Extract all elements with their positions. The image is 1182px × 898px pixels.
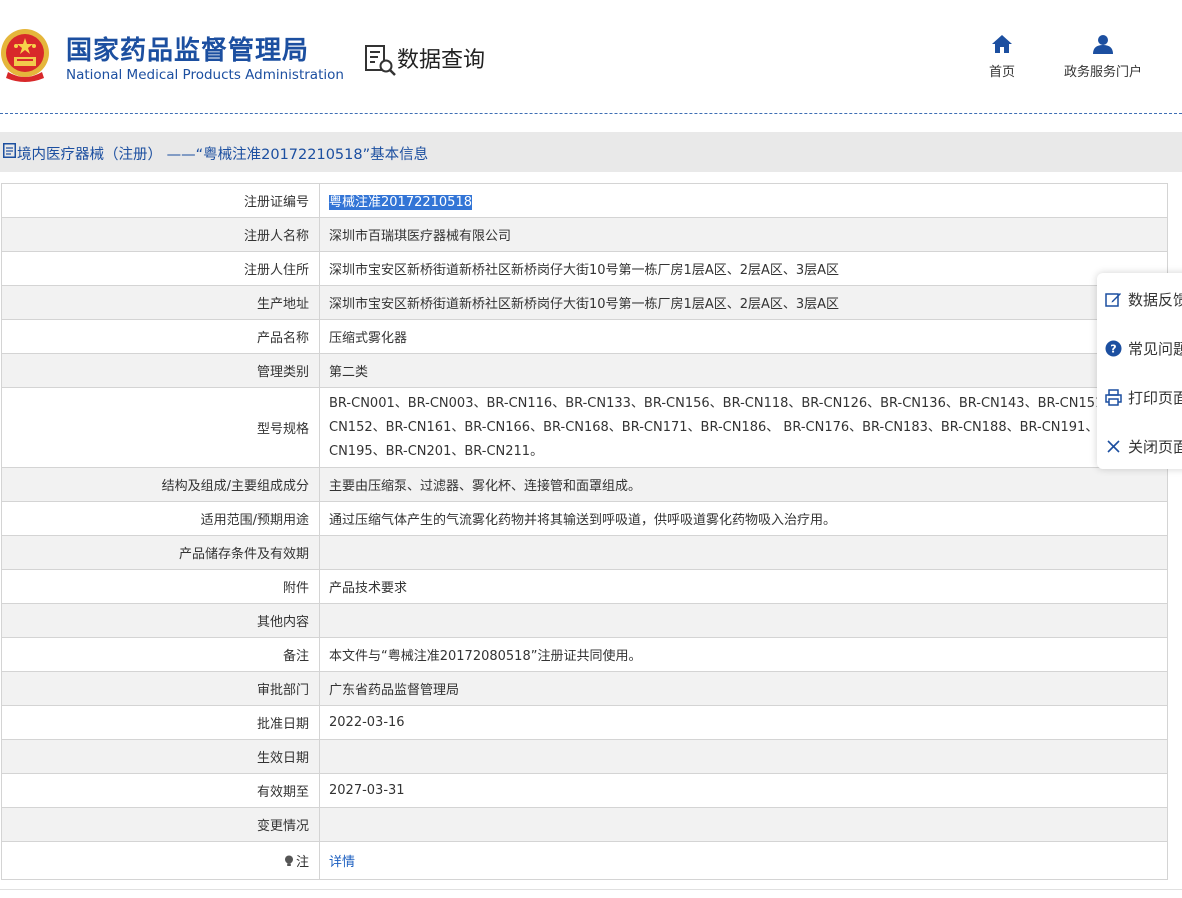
note-label: 注	[295, 855, 309, 870]
field-value: 主要由压缩泵、过滤器、雾化杯、连接管和面罩组成。	[319, 467, 1168, 502]
field-value: 第二类	[319, 353, 1168, 388]
section-title: 数据查询	[397, 48, 486, 73]
site-header: 国家药品监督管理局 National Medical Products Admi…	[0, 0, 1182, 113]
home-icon	[992, 35, 1012, 53]
svg-text:?: ?	[1110, 343, 1116, 356]
field-label: 有效期至	[1, 773, 320, 808]
bulb-icon	[284, 855, 293, 866]
registration-info-table: 注册证编号 粤械注准20172210518 注册人名称 深圳市百瑞琪医疗器械有限…	[1, 183, 1168, 880]
site-brand-title: 国家药品监督管理局	[66, 36, 310, 66]
field-label: 审批部门	[1, 671, 320, 706]
field-value	[319, 603, 1168, 638]
table-row: 适用范围/预期用途 通过压缩气体产生的气流雾化药物并将其输送到呼吸道，供呼吸道雾…	[1, 501, 1168, 536]
field-label: 结构及组成/主要组成成分	[1, 467, 320, 502]
table-row: 有效期至 2027-03-31	[1, 773, 1168, 808]
record-title-bar: 境内医疗器械（注册） ——“粤械注准20172210518”基本信息	[0, 132, 1182, 172]
details-link[interactable]: 详情	[329, 855, 355, 870]
field-label: 适用范围/预期用途	[1, 501, 320, 536]
field-label: 产品储存条件及有效期	[1, 535, 320, 570]
floating-toolbar: 数据反馈 ? 常见问题 打印页面 关闭页面	[1097, 273, 1182, 469]
data-query-icon	[365, 45, 396, 76]
table-row: 注册人住所 深圳市宝安区新桥街道新桥社区新桥岗仔大街10号第一栋厂房1层A区、2…	[1, 251, 1168, 286]
field-value	[319, 807, 1168, 842]
user-icon	[1093, 35, 1113, 54]
field-label: 产品名称	[1, 319, 320, 354]
nav-home-label: 首页	[988, 65, 1015, 80]
table-row: 注册人名称 深圳市百瑞琪医疗器械有限公司	[1, 217, 1168, 252]
print-label: 打印页面	[1128, 389, 1182, 407]
table-row: 注册证编号 粤械注准20172210518	[1, 183, 1168, 218]
page-bottom-divider	[0, 889, 1182, 890]
close-icon	[1107, 440, 1120, 453]
close-page-label: 关闭页面	[1128, 438, 1182, 456]
field-value: 2027-03-31	[319, 773, 1168, 808]
feedback-label: 数据反馈	[1128, 291, 1182, 309]
field-value	[319, 739, 1168, 774]
field-value: 粤械注准20172210518	[319, 183, 1168, 218]
document-icon	[3, 143, 16, 158]
field-value: 详情	[319, 841, 1168, 880]
field-value: BR-CN001、BR-CN003、BR-CN116、BR-CN133、BR-C…	[319, 387, 1168, 468]
field-label: 批准日期	[1, 705, 320, 740]
field-value	[319, 535, 1168, 570]
nav-gov-portal[interactable]: 政务服务门户	[1058, 34, 1148, 80]
site-brand-subtitle: National Medical Products Administration	[66, 67, 344, 83]
field-label: 管理类别	[1, 353, 320, 388]
field-label: 生效日期	[1, 739, 320, 774]
table-row: 管理类别 第二类	[1, 353, 1168, 388]
table-row: 生效日期	[1, 739, 1168, 774]
field-value: 通过压缩气体产生的气流雾化药物并将其输送到呼吸道，供呼吸道雾化药物吸入治疗用。	[319, 501, 1168, 536]
field-value: 深圳市百瑞琪医疗器械有限公司	[319, 217, 1168, 252]
header-divider	[0, 113, 1182, 114]
field-label: 其他内容	[1, 603, 320, 638]
table-row: 产品名称 压缩式雾化器	[1, 319, 1168, 354]
registration-number-value[interactable]: 粤械注准20172210518	[329, 195, 472, 210]
help-icon: ?	[1105, 340, 1122, 357]
table-row: 其他内容	[1, 603, 1168, 638]
field-value: 压缩式雾化器	[319, 319, 1168, 354]
table-row: 结构及组成/主要组成成分 主要由压缩泵、过滤器、雾化杯、连接管和面罩组成。	[1, 467, 1168, 502]
nav-home[interactable]: 首页	[984, 34, 1020, 80]
field-label: 注册人住所	[1, 251, 320, 286]
field-value: 2022-03-16	[319, 705, 1168, 740]
table-row: 生产地址 深圳市宝安区新桥街道新桥社区新桥岗仔大街10号第一栋厂房1层A区、2层…	[1, 285, 1168, 320]
field-label: 型号规格	[1, 387, 320, 468]
table-row: 产品储存条件及有效期	[1, 535, 1168, 570]
faq-label: 常见问题	[1128, 340, 1182, 358]
field-label: 附件	[1, 569, 320, 604]
field-value: 产品技术要求	[319, 569, 1168, 604]
field-label: 注册证编号	[1, 183, 320, 218]
table-row: 审批部门 广东省药品监督管理局	[1, 671, 1168, 706]
table-row: 附件 产品技术要求	[1, 569, 1168, 604]
field-value: 广东省药品监督管理局	[319, 671, 1168, 706]
field-value: 深圳市宝安区新桥街道新桥社区新桥岗仔大街10号第一栋厂房1层A区、2层A区、3层…	[319, 285, 1168, 320]
table-row: 型号规格 BR-CN001、BR-CN003、BR-CN116、BR-CN133…	[1, 387, 1168, 468]
field-label: 注	[1, 841, 320, 880]
print-icon	[1105, 389, 1122, 406]
field-value: 深圳市宝安区新桥街道新桥社区新桥岗仔大街10号第一栋厂房1层A区、2层A区、3层…	[319, 251, 1168, 286]
field-label: 生产地址	[1, 285, 320, 320]
field-label: 注册人名称	[1, 217, 320, 252]
nav-gov-portal-label: 政务服务门户	[1063, 65, 1142, 80]
national-emblem-icon	[1, 29, 49, 82]
field-value: 本文件与“粤械注准20172080518”注册证共同使用。	[319, 637, 1168, 672]
field-label: 备注	[1, 637, 320, 672]
record-title: 境内医疗器械（注册） ——“粤械注准20172210518”基本信息	[17, 147, 429, 163]
table-row: 备注 本文件与“粤械注准20172080518”注册证共同使用。	[1, 637, 1168, 672]
field-label: 变更情况	[1, 807, 320, 842]
table-row: 注 详情	[1, 841, 1168, 880]
table-row: 变更情况	[1, 807, 1168, 842]
edit-icon	[1105, 293, 1121, 307]
table-row: 批准日期 2022-03-16	[1, 705, 1168, 740]
